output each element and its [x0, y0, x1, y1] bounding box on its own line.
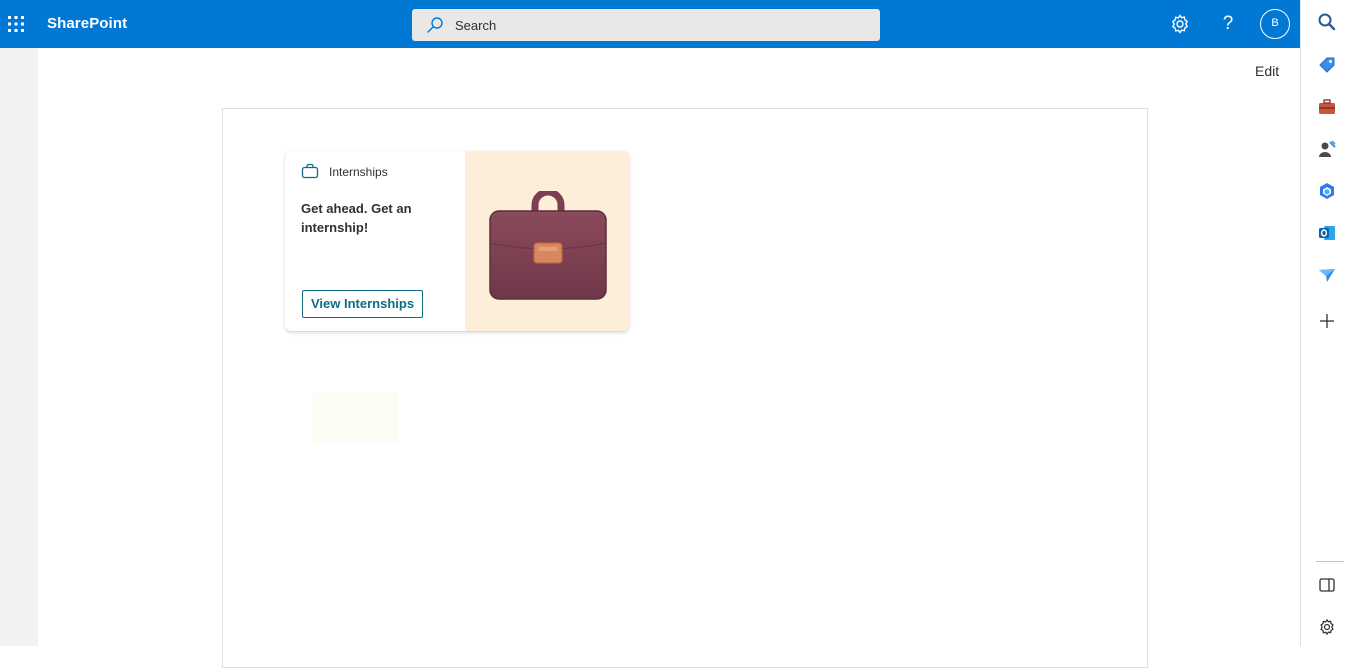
- app-launcher-icon[interactable]: [6, 14, 26, 34]
- card-header-label: Internships: [329, 165, 388, 179]
- rail-divider: [1316, 561, 1344, 562]
- help-icon[interactable]: ?: [1216, 12, 1240, 36]
- card-image-panel: [465, 151, 629, 331]
- suite-bar: SharePoint ? B: [0, 0, 1300, 48]
- settings-icon[interactable]: [1317, 617, 1337, 637]
- outlook-icon[interactable]: [1317, 223, 1337, 243]
- briefcase-outline-icon: [301, 163, 319, 179]
- search-box[interactable]: [412, 9, 880, 41]
- search-input[interactable]: [455, 9, 855, 41]
- card-title: Get ahead. Get an internship!: [301, 201, 412, 235]
- search-icon[interactable]: [1317, 12, 1337, 32]
- teams-icon[interactable]: [1317, 181, 1337, 201]
- view-internships-button[interactable]: View Internships: [302, 290, 424, 318]
- toolbox-icon[interactable]: [1317, 97, 1337, 117]
- side-panel-icon[interactable]: [1317, 575, 1337, 595]
- people-icon[interactable]: [1317, 139, 1337, 159]
- app-rail: [1300, 0, 1351, 646]
- settings-icon[interactable]: [1168, 12, 1192, 36]
- left-navigation-strip: [0, 48, 38, 646]
- app-name[interactable]: SharePoint: [47, 15, 127, 32]
- briefcase-illustration: [489, 191, 607, 300]
- add-icon[interactable]: [1317, 311, 1337, 331]
- search-icon: [427, 17, 443, 33]
- avatar[interactable]: B: [1260, 9, 1290, 39]
- send-icon[interactable]: [1317, 265, 1337, 285]
- card-content: Internships Get ahead. Get an internship…: [285, 151, 465, 331]
- internships-card: Internships Get ahead. Get an internship…: [285, 151, 629, 331]
- placeholder-area: [312, 392, 398, 444]
- edit-button[interactable]: Edit: [1255, 63, 1279, 79]
- tag-icon[interactable]: [1317, 55, 1337, 75]
